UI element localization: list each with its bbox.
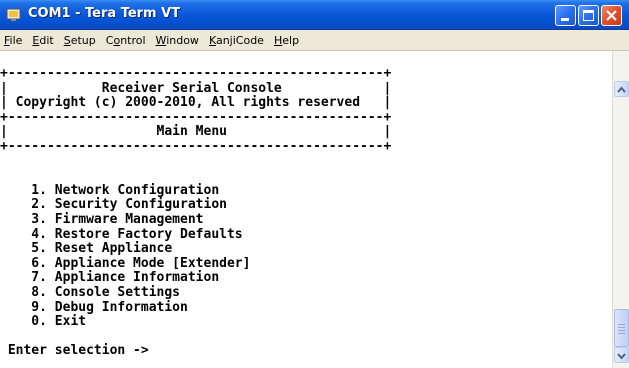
scroll-up-arrow-icon [617, 86, 626, 93]
terminal-line: 5. Reset Appliance [0, 241, 173, 257]
thumb-grip [618, 324, 625, 325]
terminal-output: +---------------------------------------… [0, 66, 392, 359]
terminal-line: +---------------------------------------… [0, 138, 392, 154]
terminal-line: | Main Menu | [0, 124, 392, 140]
terminal-line: | Copyright (c) 2000-2010, All rights re… [0, 95, 392, 111]
menu-item-window[interactable]: Window [151, 34, 204, 47]
terminal-line: 1. Network Configuration [0, 182, 220, 198]
terminal-line: +---------------------------------------… [0, 66, 392, 81]
terminal-line: 3. Firmware Management [0, 211, 204, 227]
terminal-line: 8. Console Settings [0, 284, 181, 300]
scroll-up-button[interactable] [614, 81, 629, 97]
terminal-line: | Receiver Serial Console | [0, 80, 392, 96]
thumb-grip [618, 330, 625, 331]
terminal-line: Enter selection -> [0, 343, 149, 359]
terminal-line: +---------------------------------------… [0, 109, 392, 125]
terminal-line: 4. Restore Factory Defaults [0, 226, 243, 242]
scroll-thumb[interactable] [614, 309, 629, 347]
terminal-line: 7. Appliance Information [0, 270, 220, 286]
terminal-line: 2. Security Configuration [0, 197, 227, 213]
menu-item-file[interactable]: File [0, 34, 27, 47]
vertical-scrollbar[interactable] [612, 51, 629, 368]
menu-item-setup[interactable]: Setup [59, 34, 101, 47]
menu-item-edit[interactable]: Edit [27, 34, 58, 47]
terminal-line: 9. Debug Information [0, 299, 188, 315]
minimize-icon [561, 18, 569, 21]
menu-item-control[interactable]: Control [101, 34, 151, 47]
close-button[interactable] [601, 5, 622, 26]
terminal-line: 6. Appliance Mode [Extender] [0, 255, 251, 271]
terminal-screen[interactable]: +---------------------------------------… [0, 51, 612, 368]
maximize-button[interactable] [578, 5, 599, 26]
thumb-grip [618, 333, 625, 334]
title-bar[interactable]: COM1 - Tera Term VT [0, 0, 629, 30]
window-title: COM1 - Tera Term VT [28, 6, 181, 21]
close-icon [606, 10, 617, 21]
menu-item-help[interactable]: Help [269, 34, 304, 47]
thumb-grip [618, 327, 625, 328]
maximize-icon [583, 10, 594, 21]
tera-term-icon[interactable] [6, 7, 22, 23]
scroll-down-button[interactable] [614, 347, 629, 363]
scroll-down-arrow-icon [617, 353, 626, 360]
minimize-button[interactable] [555, 5, 576, 26]
terminal-line: 0. Exit [0, 314, 87, 330]
menu-bar: File Edit Setup Control Window KanjiCode Help [0, 30, 629, 51]
menu-item-kanjicode[interactable]: KanjiCode [204, 34, 269, 47]
